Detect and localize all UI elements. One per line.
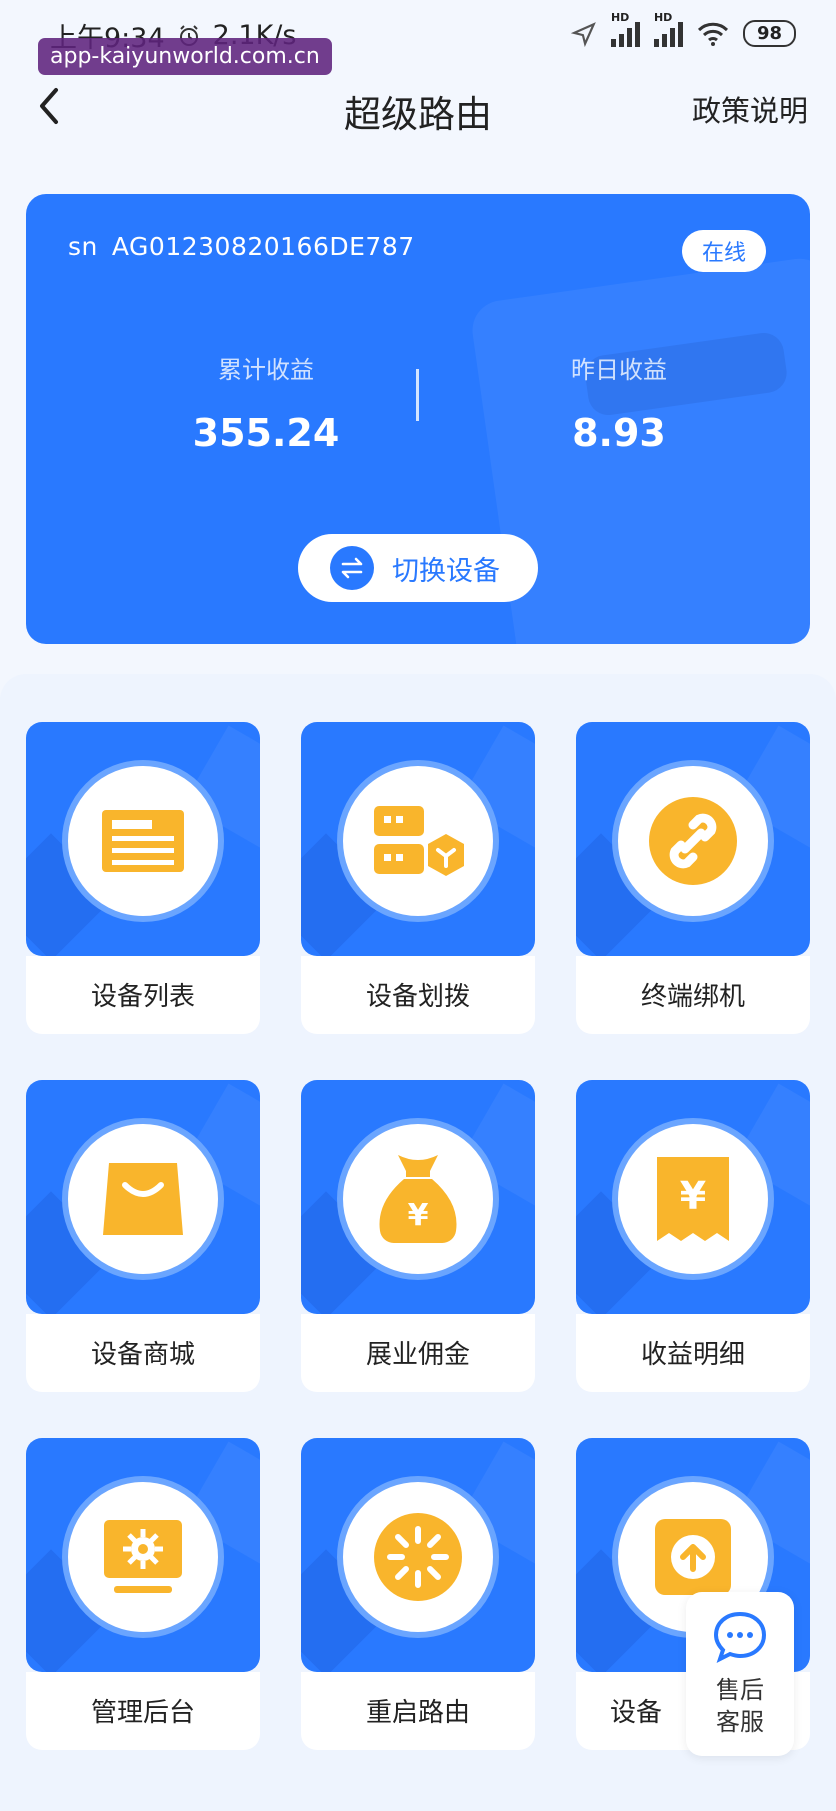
stat-yesterday-label: 昨日收益 [571, 356, 667, 384]
policy-link[interactable]: 政策说明 [692, 88, 808, 130]
nav-bar: 超级路由 政策说明 [0, 70, 836, 160]
customer-service-button[interactable]: 售后 客服 [686, 1592, 794, 1756]
device-sn: sn AG01230820166DE787 [68, 232, 415, 261]
customer-service-label: 售后 客服 [686, 1674, 794, 1738]
tile-earnings-detail[interactable]: ¥ 收益明细 [576, 1080, 810, 1398]
tile-label: 收益明细 [640, 1340, 745, 1370]
stat-yesterday-value: 8.93 [572, 411, 666, 455]
stat-divider [416, 369, 419, 421]
svg-text:¥: ¥ [680, 1174, 706, 1218]
tile-label: 展业佣金 [365, 1340, 470, 1370]
card-icon [62, 760, 224, 922]
stat-total-label: 累计收益 [218, 356, 314, 384]
hd-label-2: HD [653, 10, 673, 24]
location-arrow-icon [570, 21, 596, 47]
signal-2: HD [653, 11, 683, 47]
svg-text:¥: ¥ [408, 1198, 429, 1233]
server-transfer-icon [337, 760, 499, 922]
tile-device-store[interactable]: 设备商城 [26, 1080, 260, 1398]
tile-label: 管理后台 [90, 1698, 195, 1728]
tile-label: 设备 [609, 1698, 662, 1728]
tile-label: 设备划拨 [365, 982, 470, 1012]
tile-commission[interactable]: ¥ 展业佣金 [301, 1080, 535, 1398]
signal-bars-icon [653, 21, 683, 47]
tile-label: 设备商城 [90, 1340, 195, 1370]
link-icon [612, 760, 774, 922]
status-badge: 在线 [681, 230, 766, 272]
signal-bars-icon [610, 21, 640, 47]
sn-label: sn [68, 232, 98, 261]
stat-total: 累计收益 355.24 [116, 350, 416, 455]
admin-panel-icon [62, 1476, 224, 1638]
cs-label-line2: 客服 [716, 1708, 764, 1736]
status-right: HD HD 98 [570, 11, 796, 47]
money-bag-icon: ¥ [337, 1118, 499, 1280]
switch-icon [330, 546, 374, 590]
tile-terminal-binding[interactable]: 终端绑机 [576, 722, 810, 1040]
battery-indicator: 98 [742, 20, 796, 47]
receipt-icon: ¥ [612, 1118, 774, 1280]
hd-label-1: HD [610, 10, 630, 24]
chat-icon [713, 1611, 767, 1663]
signal-1: HD [610, 11, 640, 47]
tile-device-transfer[interactable]: 设备划拨 [301, 722, 535, 1040]
wifi-icon [697, 22, 728, 46]
cs-label-line1: 售后 [716, 1676, 764, 1704]
tile-admin[interactable]: 管理后台 [26, 1438, 260, 1756]
tile-device-list[interactable]: 设备列表 [26, 722, 260, 1040]
tile-restart-router[interactable]: 重启路由 [301, 1438, 535, 1756]
stat-total-value: 355.24 [192, 411, 340, 455]
switch-device-label: 切换设备 [392, 555, 500, 587]
tile-label: 终端绑机 [640, 982, 745, 1012]
tile-label: 设备列表 [90, 982, 195, 1012]
restart-icon [337, 1476, 499, 1638]
earnings-card: sn AG01230820166DE787 在线 累计收益 355.24 昨日收益… [26, 194, 810, 644]
tile-label: 重启路由 [365, 1698, 470, 1728]
switch-device-button[interactable]: 切换设备 [298, 534, 538, 602]
shopping-bag-icon [62, 1118, 224, 1280]
sn-value: AG01230820166DE787 [111, 232, 415, 261]
stat-yesterday: 昨日收益 8.93 [469, 350, 769, 455]
